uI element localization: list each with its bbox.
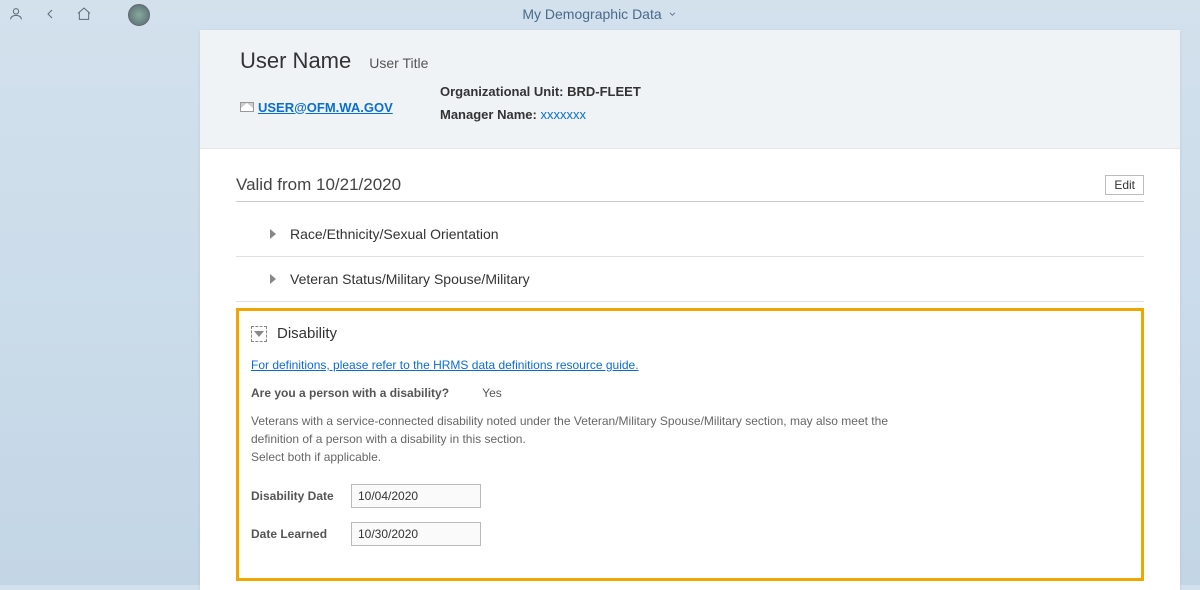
section-disability-header[interactable]: Disability <box>251 319 1129 352</box>
back-icon[interactable] <box>42 6 58 25</box>
page-title-dropdown[interactable]: My Demographic Data <box>522 6 677 22</box>
date-learned-label: Date Learned <box>251 527 351 541</box>
org-unit-value: BRD-FLEET <box>567 84 641 99</box>
page-title: My Demographic Data <box>522 6 661 22</box>
disability-date-input[interactable] <box>351 484 481 508</box>
org-unit-label: Organizational Unit: <box>440 84 564 99</box>
manager-value[interactable]: xxxxxxx <box>540 107 586 122</box>
disability-date-label: Disability Date <box>251 489 351 503</box>
header-panel: User Name User Title USER@OFM.WA.GOV Org… <box>200 30 1180 149</box>
user-title: User Title <box>369 55 428 71</box>
chevron-right-icon <box>270 229 276 239</box>
body-area: Valid from 10/21/2020 Edit Race/Ethnicit… <box>200 149 1180 581</box>
state-seal-icon <box>128 4 150 26</box>
valid-from-text: Valid from 10/21/2020 <box>236 175 401 195</box>
date-learned-input[interactable] <box>351 522 481 546</box>
valid-from-row: Valid from 10/21/2020 Edit <box>236 175 1144 202</box>
disability-answer: Yes <box>482 386 502 400</box>
section-race-label: Race/Ethnicity/Sexual Orientation <box>290 226 499 242</box>
user-name: User Name <box>240 48 351 74</box>
disability-section-highlight: Disability For definitions, please refer… <box>236 308 1144 581</box>
disability-note: Veterans with a service-connected disabi… <box>251 412 891 466</box>
org-unit-field: Organizational Unit: BRD-FLEET <box>440 84 1140 99</box>
top-bar: My Demographic Data <box>0 0 1200 30</box>
chevron-down-icon <box>254 331 264 337</box>
manager-field: Manager Name: xxxxxxx <box>440 107 1140 122</box>
edit-button[interactable]: Edit <box>1105 175 1144 195</box>
section-disability-label: Disability <box>277 325 337 342</box>
top-icons <box>8 4 150 26</box>
email-link[interactable]: USER@OFM.WA.GOV <box>258 100 393 115</box>
chevron-right-icon <box>270 274 276 284</box>
definitions-link[interactable]: For definitions, please refer to the HRM… <box>251 358 1129 372</box>
section-race[interactable]: Race/Ethnicity/Sexual Orientation <box>236 212 1144 257</box>
disability-date-row: Disability Date <box>251 484 1129 508</box>
content-card: User Name User Title USER@OFM.WA.GOV Org… <box>200 30 1180 590</box>
email-block: USER@OFM.WA.GOV <box>240 84 440 130</box>
chevron-down-box <box>251 326 267 342</box>
home-icon[interactable] <box>76 6 92 25</box>
date-learned-row: Date Learned <box>251 522 1129 546</box>
manager-label: Manager Name: <box>440 107 537 122</box>
disability-question: Are you a person with a disability? <box>251 386 449 400</box>
chevron-down-icon <box>668 9 678 19</box>
section-veteran-label: Veteran Status/Military Spouse/Military <box>290 271 530 287</box>
mail-icon <box>240 102 254 112</box>
user-icon[interactable] <box>8 6 24 25</box>
disability-question-row: Are you a person with a disability? Yes <box>251 386 1129 400</box>
section-veteran[interactable]: Veteran Status/Military Spouse/Military <box>236 257 1144 302</box>
